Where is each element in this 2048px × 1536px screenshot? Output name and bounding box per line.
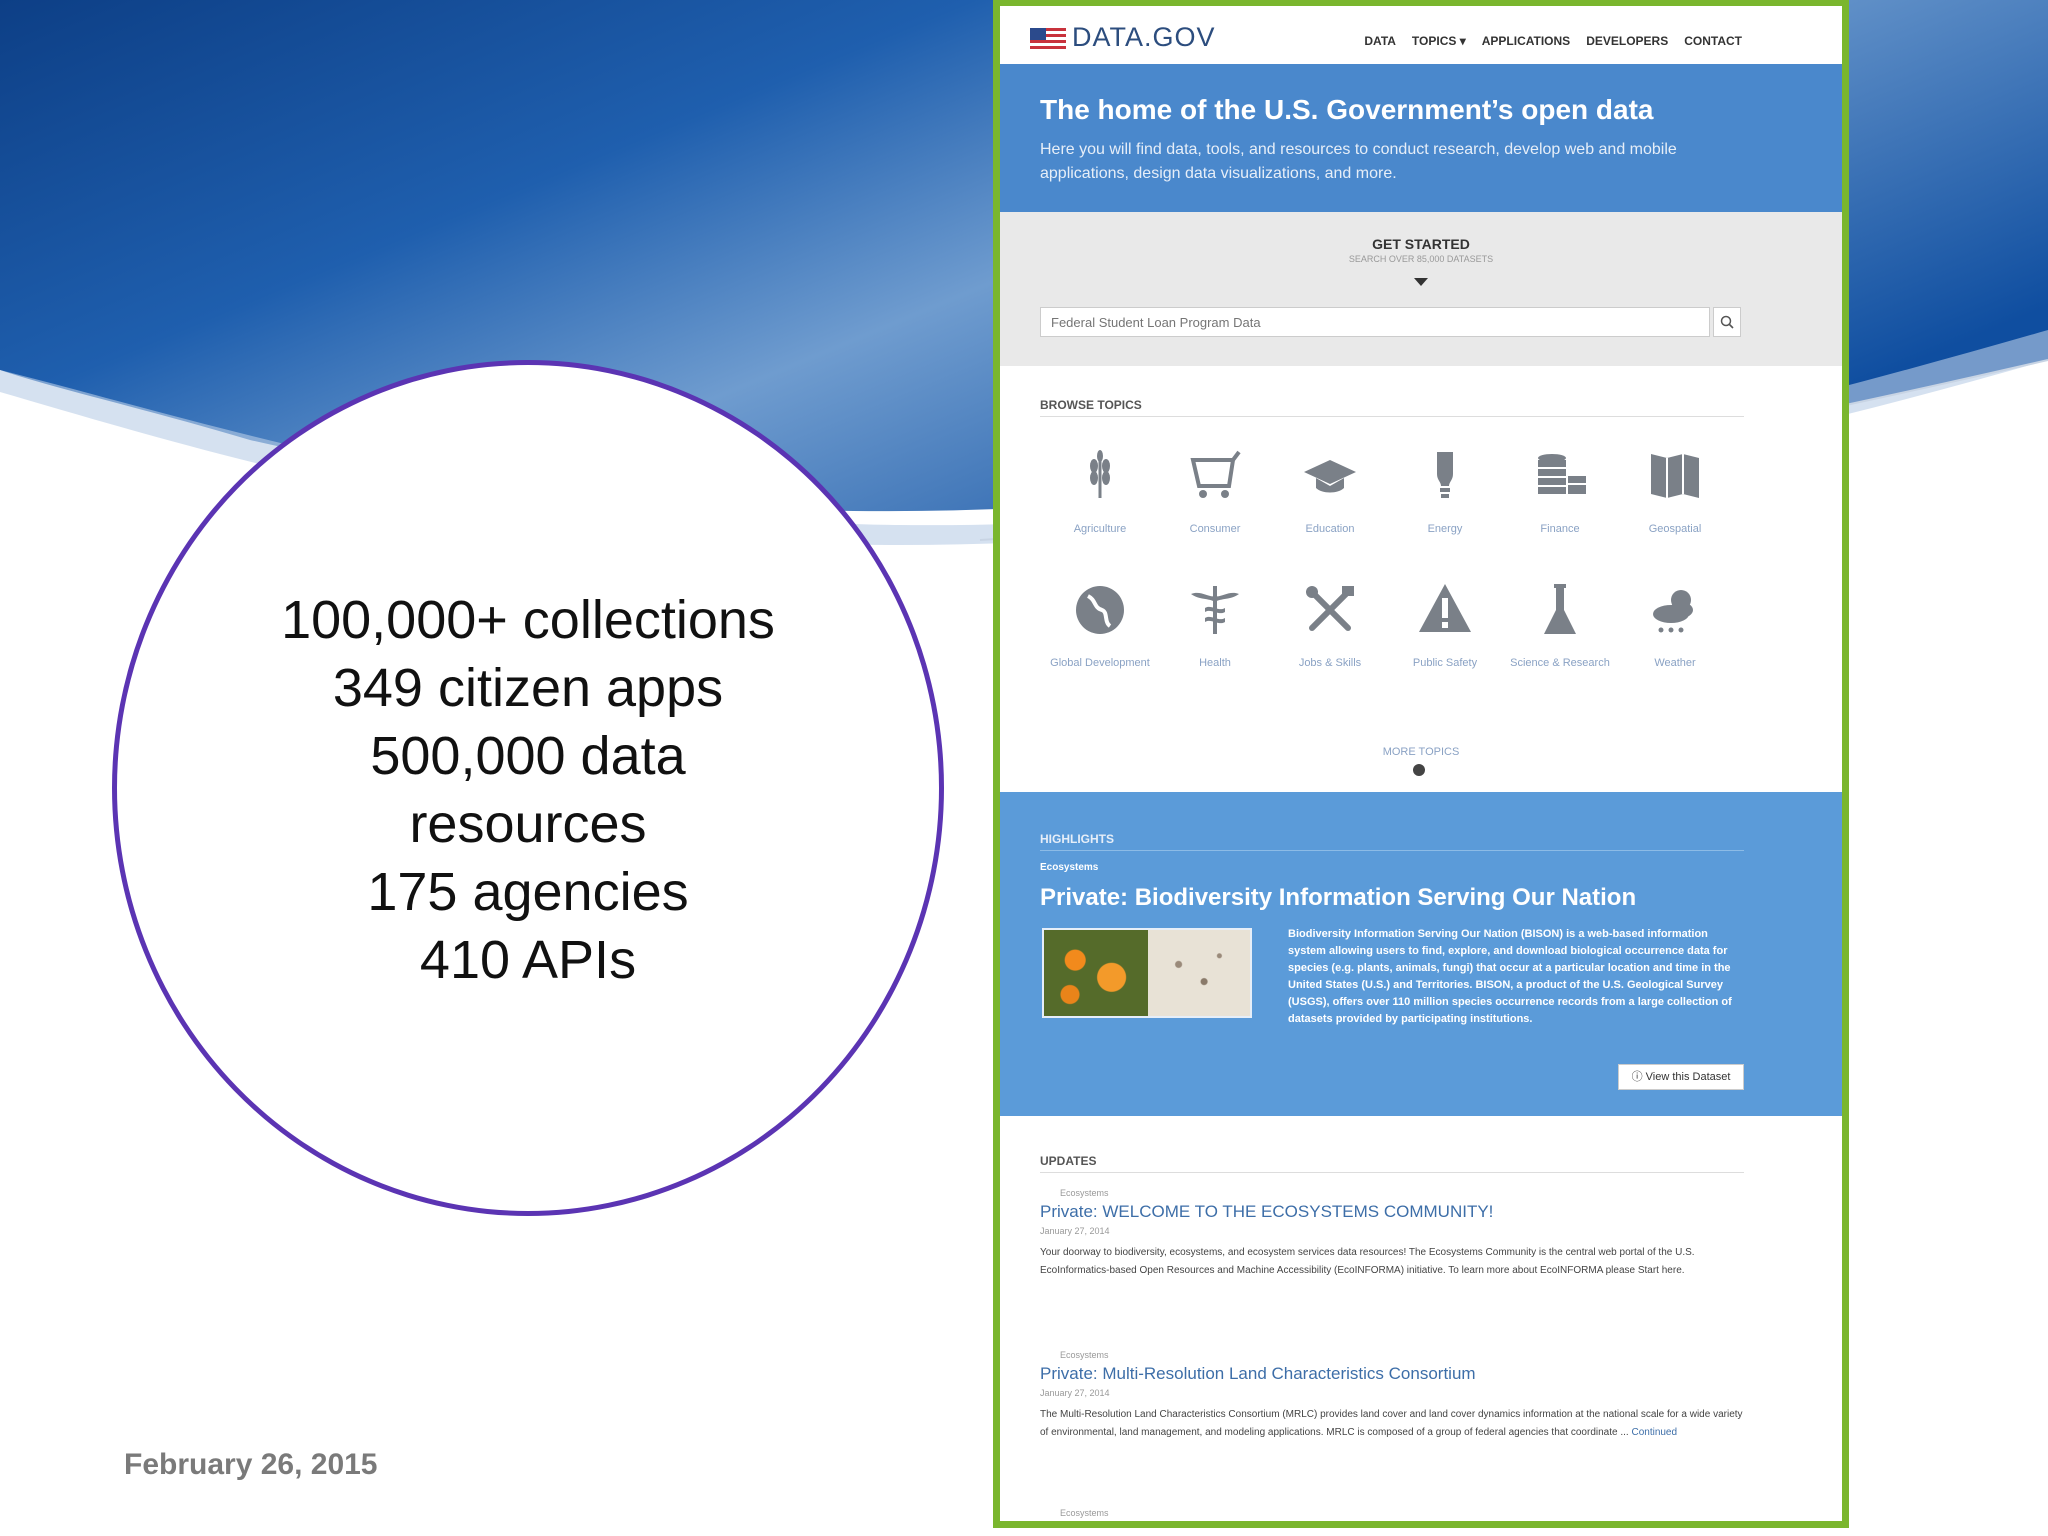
update-item: Ecosystems Private: Multi-Resolution Lan… [1040, 1350, 1744, 1442]
highlight-image [1042, 928, 1252, 1018]
stats-list: 100,000+ collections 349 citizen apps 50… [112, 586, 944, 994]
caret-down-icon [1414, 278, 1428, 286]
browse-topics-label: BROWSE TOPICS [1040, 398, 1142, 412]
get-started-section: GET STARTED SEARCH OVER 85,000 DATASETS [1000, 212, 1842, 366]
us-flag-icon [1030, 28, 1066, 50]
updates-label: UPDATES [1040, 1154, 1097, 1168]
topic-consumer[interactable]: Consumer [1160, 446, 1270, 537]
stat-apis: 410 APIs [419, 930, 637, 990]
hero-title: The home of the U.S. Government’s open d… [1040, 94, 1654, 125]
topic-energy[interactable]: Energy [1390, 446, 1500, 537]
topic-weather[interactable]: Weather [1620, 580, 1730, 671]
graduation-cap-icon [1304, 460, 1356, 493]
topic-label: Jobs & Skills [1298, 657, 1362, 669]
topic-geospatial[interactable]: Geospatial [1620, 446, 1730, 537]
wheat-icon [1090, 450, 1110, 498]
nav-applications[interactable]: APPLICATIONS [1482, 34, 1570, 48]
highlights-label: HIGHLIGHTS [1040, 832, 1114, 846]
topic-label: Science & Research [1510, 657, 1610, 669]
stat-agencies: 175 agencies [367, 862, 689, 922]
more-topics-link[interactable]: MORE TOPICS [1000, 746, 1842, 758]
search-button[interactable] [1713, 307, 1741, 337]
flask-icon [1544, 584, 1576, 634]
highlight-category: Ecosystems [1040, 862, 1099, 873]
globe-icon [1076, 586, 1124, 634]
topic-label: Geospatial [1648, 523, 1702, 535]
topic-label: Consumer [1189, 523, 1241, 535]
update-title[interactable]: Private: Multi-Resolution Land Character… [1040, 1364, 1744, 1384]
flowers-photo [1044, 930, 1148, 1016]
light-bulb-icon [1437, 452, 1453, 498]
nav-data[interactable]: DATA [1364, 34, 1396, 48]
topic-public-safety[interactable]: Public Safety [1390, 580, 1500, 671]
map-icon [1651, 454, 1699, 498]
hero-banner: The home of the U.S. Government’s open d… [1000, 64, 1842, 212]
topic-jobs-skills[interactable]: Jobs & Skills [1275, 580, 1385, 671]
topic-label: Education [1305, 523, 1355, 535]
warning-icon [1419, 584, 1471, 632]
get-started-title: GET STARTED [1372, 236, 1470, 252]
nav-topics[interactable]: TOPICS ▾ [1412, 34, 1466, 48]
coins-icon [1538, 454, 1586, 494]
update-category: Ecosystems [1060, 1350, 1109, 1360]
caduceus-icon [1191, 586, 1239, 634]
topic-label: Agriculture [1073, 523, 1127, 535]
topic-health[interactable]: Health [1160, 580, 1270, 671]
weather-icon [1653, 590, 1693, 633]
topic-finance[interactable]: Finance [1505, 446, 1615, 537]
view-dataset-button[interactable]: ⓘ View this Dataset [1618, 1064, 1744, 1090]
divider [1040, 416, 1744, 417]
dataset-search-input[interactable] [1040, 307, 1710, 337]
update-date: January 27, 2014 [1040, 1226, 1110, 1236]
update-category: Ecosystems [1060, 1188, 1109, 1198]
topic-label: Public Safety [1412, 657, 1478, 669]
get-started-subtitle: SEARCH OVER 85,000 DATASETS [1348, 254, 1494, 264]
topic-label: Health [1199, 657, 1231, 669]
update-date: January 27, 2014 [1040, 1388, 1110, 1398]
tools-icon [1306, 586, 1354, 631]
update-title[interactable]: Private: WELCOME TO THE ECOSYSTEMS COMMU… [1040, 1202, 1744, 1222]
stat-citizen-apps: 349 citizen apps [332, 658, 724, 718]
topic-education[interactable]: Education [1275, 446, 1385, 537]
update-item: Ecosystems [1040, 1508, 1744, 1518]
topic-global-development[interactable]: Global Development [1045, 580, 1155, 671]
shopping-cart-icon [1190, 450, 1241, 498]
more-topics-icon[interactable] [1413, 764, 1425, 776]
highlights-section: HIGHLIGHTS Ecosystems Private: Biodivers… [1000, 792, 1842, 1116]
topic-agriculture[interactable]: Agriculture [1045, 446, 1155, 537]
topic-label: Weather [1654, 657, 1696, 669]
nav-contact[interactable]: CONTACT [1684, 34, 1742, 48]
topic-science-research[interactable]: Science & Research [1505, 580, 1615, 671]
continued-link[interactable]: Continued [1631, 1427, 1677, 1438]
divider [1040, 1172, 1744, 1173]
highlight-description: Biodiversity Information Serving Our Nat… [1288, 928, 1732, 1025]
species-map-image [1148, 930, 1250, 1016]
update-body: The Multi-Resolution Land Characteristic… [1040, 1406, 1744, 1442]
update-item: Ecosystems Private: WELCOME TO THE ECOSY… [1040, 1188, 1744, 1280]
slide-date: February 26, 2015 [124, 1448, 378, 1481]
search-icon [1720, 315, 1734, 329]
stat-collections: 100,000+ collections [281, 590, 775, 650]
update-body: Your doorway to biodiversity, ecosystems… [1040, 1247, 1695, 1276]
highlight-title[interactable]: Private: Biodiversity Information Servin… [1040, 884, 1636, 912]
datagov-screenshot: DATA.GOV DATA TOPICS ▾ APPLICATIONS DEVE… [993, 0, 1849, 1528]
topic-label: Energy [1427, 523, 1463, 535]
divider [1040, 850, 1744, 851]
stat-data-resources-line2: resources [409, 794, 647, 854]
topic-label: Finance [1540, 523, 1580, 535]
hero-subtitle: Here you will find data, tools, and reso… [1040, 141, 1677, 182]
main-nav: DATA TOPICS ▾ APPLICATIONS DEVELOPERS CO… [1364, 34, 1742, 48]
topic-label: Global Development [1050, 657, 1150, 669]
site-header: DATA.GOV DATA TOPICS ▾ APPLICATIONS DEVE… [1000, 6, 1842, 64]
stat-data-resources-line1: 500,000 data [370, 726, 686, 786]
site-logo[interactable]: DATA.GOV [1072, 22, 1216, 53]
nav-developers[interactable]: DEVELOPERS [1586, 34, 1668, 48]
update-category: Ecosystems [1060, 1508, 1109, 1518]
